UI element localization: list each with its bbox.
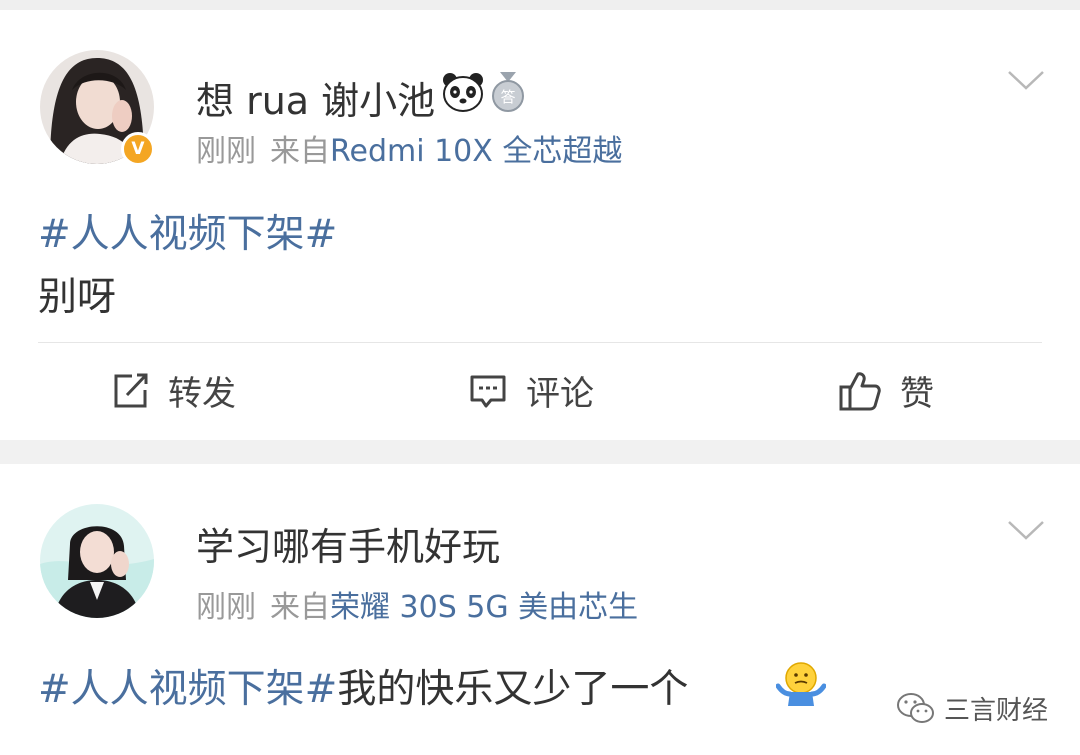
repost-icon: [114, 373, 148, 407]
user-badges: 答: [442, 72, 526, 112]
chevron-down-icon[interactable]: [1006, 518, 1046, 542]
watermark-text: 三言财经: [944, 696, 1049, 726]
topic-link[interactable]: #人人视频下架#: [38, 212, 337, 257]
post-body: 别呀: [38, 275, 117, 320]
verified-badge-icon: V: [121, 132, 155, 166]
watermark: 三言财经: [896, 690, 1048, 727]
post-body: #人人视频下架#我的快乐又少了一个: [38, 658, 688, 714]
avatar[interactable]: [40, 504, 154, 618]
shrug-emoji-icon: [776, 662, 826, 706]
svg-text:答: 答: [500, 88, 515, 106]
comment-label: 评论: [526, 374, 594, 414]
wechat-icon: [897, 692, 934, 723]
comment-button[interactable]: 评论: [468, 366, 594, 415]
medal-icon[interactable]: 答: [490, 72, 526, 112]
like-button[interactable]: 赞: [838, 366, 934, 415]
repost-button[interactable]: 转发: [110, 366, 236, 415]
username[interactable]: 学习哪有手机好玩: [196, 516, 500, 571]
like-thumb-icon: [839, 371, 881, 410]
post-meta: 刚刚 来自Redmi 10X 全芯超越: [196, 126, 622, 170]
feed-post-2: 学习哪有手机好玩 刚刚 来自荣耀 30S 5G 美由芯生 #人人视频下架#我的快乐…: [0, 464, 1080, 755]
top-separator: [0, 0, 1080, 10]
panda-icon[interactable]: [442, 72, 484, 112]
chevron-down-icon[interactable]: [1006, 68, 1046, 92]
comment-icon: [470, 375, 506, 407]
topic-link[interactable]: #人人视频下架#: [38, 667, 337, 712]
like-label: 赞: [900, 374, 934, 414]
feed-post-1: V 想 rua 谢小池 答 刚刚 来自Redmi 10X 全芯超越 #人人视频下架…: [0, 10, 1080, 440]
source-prefix: 来自: [270, 134, 330, 169]
username[interactable]: 想 rua 谢小池: [196, 70, 435, 125]
repost-label: 转发: [168, 374, 236, 414]
post-time: 刚刚: [196, 590, 256, 625]
avatar-photo-icon: [40, 504, 154, 618]
source-prefix: 来自: [270, 590, 330, 625]
post-time: 刚刚: [196, 134, 256, 169]
device-link[interactable]: Redmi 10X 全芯超越: [330, 134, 622, 169]
post-text: 我的快乐又少了一个: [337, 667, 689, 712]
post-topic[interactable]: #人人视频下架#: [38, 203, 337, 259]
device-link[interactable]: 荣耀 30S 5G 美由芯生: [330, 590, 638, 625]
divider: [38, 342, 1042, 343]
post-meta: 刚刚 来自荣耀 30S 5G 美由芯生: [196, 582, 638, 626]
